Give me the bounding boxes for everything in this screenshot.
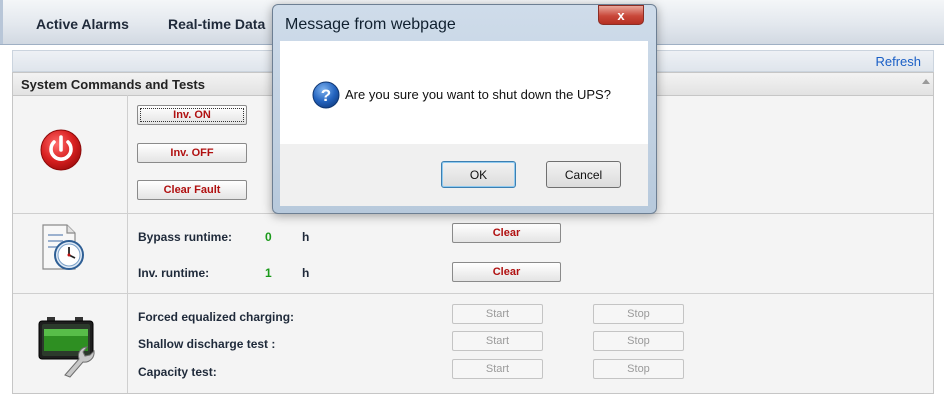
tab-bar-edge [0,0,3,44]
inv-runtime-label: Inv. runtime: [138,266,210,280]
tab-real-time-data[interactable]: Real-time Data [168,16,265,32]
column-divider [127,95,128,393]
shallow-discharge-start-button[interactable]: Start [452,331,543,351]
confirm-dialog: Message from webpage x ? Are you sure yo… [272,4,657,214]
ok-button[interactable]: OK [441,161,516,188]
forced-equalized-stop-button[interactable]: Stop [593,304,684,324]
svg-text:?: ? [321,86,331,105]
section-divider-2 [13,293,933,294]
inv-runtime-value: 1 [265,266,272,280]
inv-on-button[interactable]: Inv. ON [137,105,247,125]
forced-equalized-start-button[interactable]: Start [452,304,543,324]
capacity-test-stop-button[interactable]: Stop [593,359,684,379]
clock-document-icon [42,224,84,270]
inv-off-button[interactable]: Inv. OFF [137,143,247,163]
battery-wrench-icon [38,317,95,378]
panel-title: System Commands and Tests [21,77,205,92]
bypass-runtime-unit: h [302,230,310,244]
tab-active-alarms[interactable]: Active Alarms [36,16,129,32]
dialog-title: Message from webpage [285,16,456,33]
dialog-body: ? Are you sure you want to shut down the… [280,41,648,144]
forced-equalized-charging-label: Forced equalized charging: [138,310,295,324]
scroll-up-arrow[interactable] [922,79,930,84]
clear-fault-button[interactable]: Clear Fault [137,180,247,200]
dialog-footer: OK Cancel [280,144,648,206]
dialog-close-button[interactable]: x [598,5,644,25]
shallow-discharge-stop-button[interactable]: Stop [593,331,684,351]
clear-inv-runtime-button[interactable]: Clear [452,262,561,282]
shallow-discharge-test-label: Shallow discharge test : [138,337,276,351]
cancel-button[interactable]: Cancel [546,161,621,188]
bypass-runtime-value: 0 [265,230,272,244]
capacity-test-start-button[interactable]: Start [452,359,543,379]
power-icon [40,129,82,171]
question-icon: ? [312,81,340,109]
capacity-test-label: Capacity test: [138,365,217,379]
clear-bypass-runtime-button[interactable]: Clear [452,223,561,243]
refresh-link[interactable]: Refresh [875,54,921,69]
inv-runtime-unit: h [302,266,310,280]
dialog-message: Are you sure you want to shut down the U… [345,87,611,102]
bypass-runtime-label: Bypass runtime: [138,230,233,244]
